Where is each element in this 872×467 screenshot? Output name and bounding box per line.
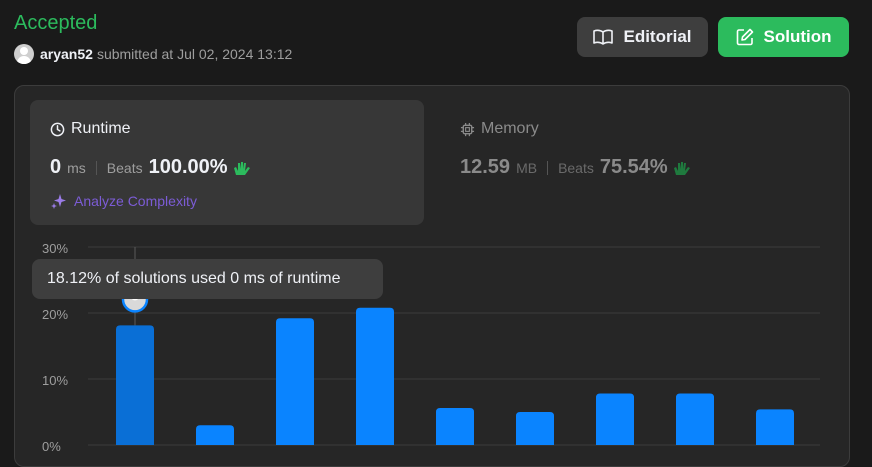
runtime-distribution-chart[interactable] bbox=[0, 0, 872, 455]
chart-bar[interactable] bbox=[676, 393, 714, 445]
chart-bar[interactable] bbox=[756, 409, 794, 445]
chart-tooltip: 18.12% of solutions used 0 ms of runtime bbox=[32, 259, 383, 299]
chart-bar[interactable] bbox=[116, 325, 154, 445]
chart-bar[interactable] bbox=[356, 307, 394, 445]
chart-bar[interactable] bbox=[596, 393, 634, 445]
chart-bar[interactable] bbox=[516, 412, 554, 445]
chart-bar[interactable] bbox=[196, 425, 234, 445]
chart-bar[interactable] bbox=[276, 318, 314, 445]
chart-bar[interactable] bbox=[436, 408, 474, 445]
